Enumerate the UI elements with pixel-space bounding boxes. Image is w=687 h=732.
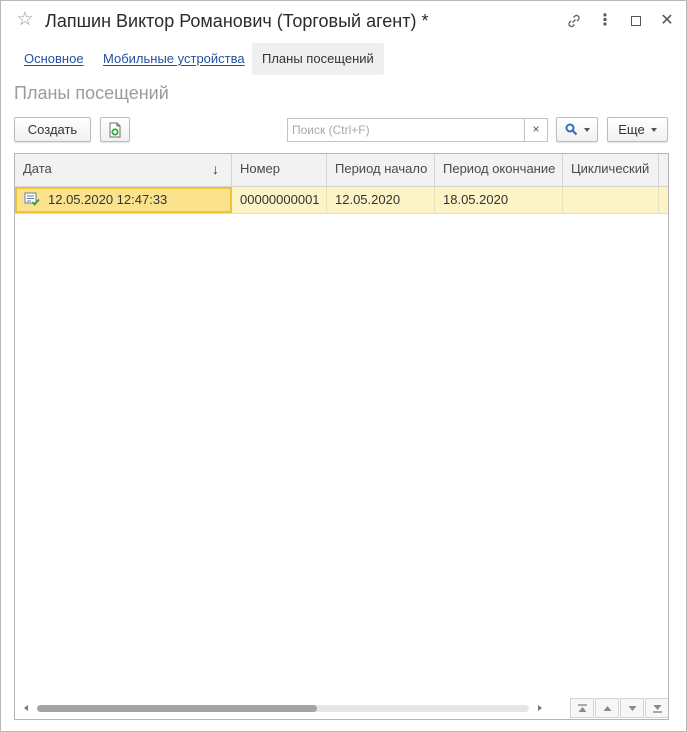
create-button[interactable]: Создать bbox=[14, 117, 91, 142]
go-last-icon bbox=[653, 705, 662, 713]
more-button[interactable]: Еще bbox=[607, 117, 668, 142]
scroll-track[interactable] bbox=[37, 705, 529, 712]
clear-search-button[interactable]: × bbox=[524, 119, 547, 141]
search-icon bbox=[565, 123, 577, 135]
scroll-thumb[interactable] bbox=[37, 705, 317, 712]
cell-period-start[interactable]: 12.05.2020 bbox=[327, 187, 435, 213]
sort-descending-icon: ↓ bbox=[212, 161, 219, 177]
more-button-label: Еще bbox=[618, 122, 645, 137]
go-previous-button[interactable] bbox=[595, 698, 619, 718]
link-icon[interactable] bbox=[564, 11, 584, 31]
search-input[interactable] bbox=[288, 119, 526, 141]
table-header: Дата ↓ Номер Период начало Период оконча… bbox=[15, 154, 668, 187]
chevron-down-icon bbox=[583, 127, 590, 132]
column-header-number[interactable]: Номер bbox=[232, 154, 327, 186]
star-icon[interactable]: ☆ bbox=[15, 10, 35, 30]
arrow-down-icon bbox=[628, 706, 637, 711]
column-header-period-start[interactable]: Период начало bbox=[327, 154, 435, 186]
cell-cyclic[interactable] bbox=[563, 187, 659, 213]
horizontal-scrollbar[interactable] bbox=[15, 699, 555, 719]
close-icon[interactable]: ✕ bbox=[657, 11, 677, 31]
arrow-up-icon bbox=[603, 706, 612, 711]
go-next-button[interactable] bbox=[620, 698, 644, 718]
window-title: Лапшин Виктор Романович (Торговый агент)… bbox=[45, 11, 429, 31]
tab-mobile-devices[interactable]: Мобильные устройства bbox=[103, 43, 245, 75]
scroll-right-icon[interactable] bbox=[538, 705, 542, 711]
tab-visit-plans[interactable]: Планы посещений bbox=[252, 43, 384, 75]
go-last-button[interactable] bbox=[645, 698, 668, 718]
cell-period-end[interactable]: 18.05.2020 bbox=[435, 187, 563, 213]
column-header-date[interactable]: Дата ↓ bbox=[15, 154, 232, 186]
page-title: Планы посещений bbox=[14, 83, 169, 103]
cell-date[interactable]: 12.05.2020 12:47:33 bbox=[15, 187, 232, 213]
title-bar: ☆ Лапшин Виктор Романович (Торговый аген… bbox=[1, 1, 686, 41]
scroll-left-icon[interactable] bbox=[24, 705, 28, 711]
column-header-cyclic[interactable]: Циклический bbox=[563, 154, 659, 186]
table-row[interactable]: 12.05.2020 12:47:33 00000000001 12.05.20… bbox=[15, 187, 668, 214]
cell-number[interactable]: 00000000001 bbox=[232, 187, 327, 213]
go-first-icon bbox=[578, 704, 587, 712]
maximize-icon[interactable] bbox=[626, 11, 646, 31]
go-first-button[interactable] bbox=[570, 698, 594, 718]
add-document-icon bbox=[109, 122, 121, 138]
tab-main[interactable]: Основное bbox=[24, 43, 84, 75]
add-document-button[interactable] bbox=[100, 117, 130, 142]
document-posted-icon bbox=[24, 192, 40, 206]
visit-plans-table: Дата ↓ Номер Период начало Период оконча… bbox=[14, 153, 669, 720]
document-window: ☆ Лапшин Виктор Романович (Торговый аген… bbox=[0, 0, 687, 732]
search-box: × bbox=[287, 118, 548, 142]
find-button[interactable] bbox=[556, 117, 598, 142]
column-header-period-end[interactable]: Период окончание bbox=[435, 154, 563, 186]
chevron-down-icon bbox=[650, 127, 657, 132]
more-vertical-icon[interactable]: ⋮ bbox=[595, 11, 615, 31]
